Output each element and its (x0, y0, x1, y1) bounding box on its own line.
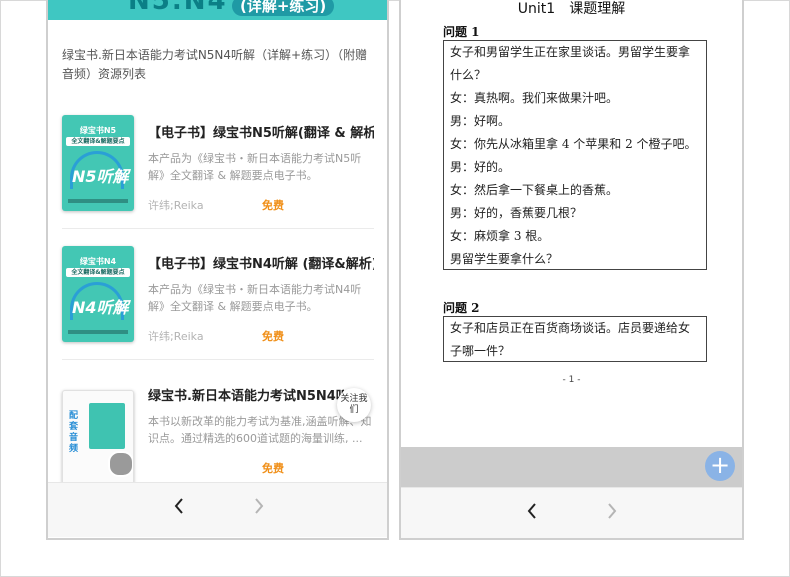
book-title[interactable]: 【电子书】绿宝书N5听解(翻译 & 解析) (148, 122, 374, 141)
book-title[interactable]: 【电子书】绿宝书N4听解 (翻译&解析) (148, 253, 374, 272)
dialog-line: 女子和男留学生正在家里谈话。男留学生要拿什么？ (450, 45, 691, 82)
book-cover[interactable]: 配套音频 (62, 390, 134, 486)
book-author: 许纬;Reika (148, 330, 204, 343)
banner-subtitle: (详解+练习) (232, 0, 335, 16)
follow-us-button[interactable]: 关注我们 (337, 388, 371, 422)
dialog-line: 男：好啊。 (450, 114, 511, 128)
question-box: 女子和男留学生正在家里谈话。男留学生要拿什么？ 女：真热啊。我们来做果汁吧。 男… (443, 40, 707, 270)
cover-bar (68, 199, 128, 203)
dialog-line: 女子和店员正在百货商场谈话。店员要递给女子哪一件？ (450, 321, 691, 358)
chevron-left-icon (174, 498, 183, 514)
book-item[interactable]: 配套音频 绿宝书.新日本语能力考试N5N4听解 本书以新改革的能力考试为基准,涵… (62, 378, 374, 486)
resource-list-intro: 绿宝书.新日本语能力考试N5N4听解（详解+练习）（附赠音频）资源列表 (62, 48, 368, 81)
forward-button[interactable] (244, 491, 274, 521)
dialog-line: 女：真热啊。我们来做果汁吧。 (450, 91, 619, 105)
dialog-line: 男：好的，香蕉要几根？ (450, 206, 583, 220)
question-label: 问题 1 (443, 25, 480, 39)
book-price: 免费 (262, 330, 284, 343)
book-list-screen: N5.N4 (详解+练习) 绿宝书.新日本语能力考试N5N4听解（详解+练习）（… (46, 0, 389, 540)
dialog-line: 男：好的。 (450, 160, 511, 174)
cover-image (89, 403, 125, 449)
audio-badge-icon (108, 451, 133, 477)
divider (62, 228, 374, 229)
page-number: - 1 - (562, 375, 581, 385)
book-price: 免费 (262, 199, 284, 212)
chevron-right-icon (608, 503, 617, 519)
dialog-line: 女：麻烦拿 3 根。 (450, 229, 550, 243)
chevron-left-icon (527, 503, 536, 519)
book-cover[interactable]: 绿宝书N4 全文翻译&解题要点 N4听解 (62, 246, 134, 342)
book-description: 本书以新改革的能力考试为基准,涵盖听解、知识点。通过精选的600道试题的海量训练… (148, 415, 372, 445)
question-box: 女子和店员正在百货商场谈话。店员要递给女子哪一件？ (443, 316, 707, 362)
cover-title: 绿宝书N5 (79, 126, 117, 135)
back-button[interactable] (517, 496, 547, 526)
header-banner: N5.N4 (详解+练习) (48, 0, 387, 20)
cover-bar (68, 330, 128, 334)
cover-big-text: N5听解 (72, 167, 129, 186)
book-title[interactable]: 绿宝书.新日本语能力考试N5N4听解 (148, 385, 344, 404)
toolbar-area (401, 447, 742, 487)
divider (62, 359, 374, 360)
question-label: 问题 2 (443, 301, 480, 315)
cover-big-text: N4听解 (72, 298, 129, 317)
book-description: 本产品为《绿宝书・新日本语能力考试N4听解》全文翻译 & 解题要点电子书。 (148, 283, 362, 313)
book-item[interactable]: 绿宝书N5 全文翻译&解题要点 N5听解 【电子书】绿宝书N5听解(翻译 & 解… (62, 115, 374, 215)
add-button[interactable]: + (705, 451, 735, 481)
book-author: 许纬;Reika (148, 199, 204, 212)
dialog-line: 女：然后拿一下餐桌上的香蕉。 (450, 183, 619, 197)
book-description: 本产品为《绿宝书・新日本语能力考试N5听解》全文翻译 & 解题要点电子书。 (148, 152, 362, 182)
cover-subtitle: 全文翻译&解题要点 (66, 137, 130, 146)
back-button[interactable] (164, 491, 194, 521)
forward-button[interactable] (597, 496, 627, 526)
document-title: Unit1 课题理解 (517, 1, 626, 17)
document-viewer-screen: Unit1 课题理解 问题 1 女子和男留学生正在家里谈话。男留学生要拿什么？ … (399, 0, 744, 540)
chevron-right-icon (255, 498, 264, 514)
book-price: 免费 (262, 462, 284, 475)
cover-subtitle: 全文翻译&解题要点 (66, 268, 130, 277)
book-item[interactable]: 绿宝书N4 全文翻译&解题要点 N4听解 【电子书】绿宝书N4听解 (翻译&解析… (62, 246, 374, 346)
bottom-nav (48, 482, 387, 537)
book-cover[interactable]: 绿宝书N5 全文翻译&解题要点 N5听解 (62, 115, 134, 211)
bottom-nav (401, 487, 742, 538)
dialog-line: 女：你先从冰箱里拿 4 个苹果和 2 个橙子吧。 (450, 137, 697, 151)
cover-title: 配套音频 (69, 411, 79, 454)
banner-title: N5.N4 (128, 0, 228, 16)
dialog-line: 男留学生要拿什么？ (450, 252, 559, 266)
cover-title: 绿宝书N4 (79, 257, 117, 266)
